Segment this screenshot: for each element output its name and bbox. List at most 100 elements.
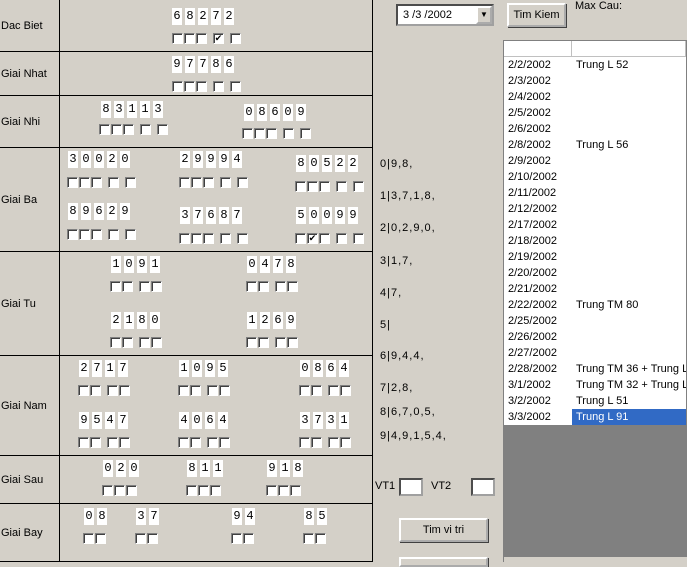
digit-checkbox[interactable] [99, 124, 110, 135]
digit-checkbox[interactable] [178, 385, 189, 396]
digit-checkbox[interactable] [283, 128, 294, 139]
list-row[interactable]: 2/22/2002 Trung TM 80 [504, 297, 686, 313]
digit-checkbox[interactable] [246, 337, 257, 348]
digit-checkbox[interactable] [179, 233, 190, 244]
digit-checkbox[interactable] [108, 229, 119, 240]
chevron-down-icon[interactable]: ▼ [476, 6, 492, 24]
digit-checkbox[interactable] [220, 233, 231, 244]
digit-checkbox[interactable] [111, 124, 122, 135]
digit-checkbox[interactable] [299, 385, 310, 396]
digit-checkbox[interactable] [299, 437, 310, 448]
digit-checkbox[interactable] [140, 124, 151, 135]
digit-checkbox[interactable] [290, 485, 301, 496]
list-row[interactable]: 3/3/2002 Trung L 91 [504, 409, 686, 425]
digit-checkbox[interactable] [295, 181, 306, 192]
find-position-button[interactable]: Tim vi tri [399, 518, 488, 542]
digit-checkbox[interactable] [207, 385, 218, 396]
list-row[interactable]: 2/9/2002 [504, 153, 686, 169]
vt2-input[interactable] [471, 478, 495, 496]
digit-checkbox[interactable] [125, 177, 136, 188]
digit-checkbox[interactable] [157, 124, 168, 135]
digit-checkbox[interactable] [67, 177, 78, 188]
list-row[interactable]: 3/1/2002 Trung TM 32 + Trung L [504, 377, 686, 393]
digit-checkbox[interactable] [78, 437, 89, 448]
list-row[interactable]: 2/2/2002 Trung L 52 [504, 57, 686, 73]
digit-checkbox[interactable] [266, 485, 277, 496]
digit-checkbox[interactable] [219, 385, 230, 396]
digit-checkbox[interactable] [230, 33, 241, 44]
digit-checkbox[interactable] [151, 337, 162, 348]
list-row[interactable]: 2/12/2002 [504, 201, 686, 217]
digit-checkbox[interactable] [184, 33, 195, 44]
digit-checkbox[interactable] [125, 229, 136, 240]
digit-checkbox[interactable] [186, 485, 197, 496]
digit-checkbox[interactable] [83, 533, 94, 544]
digit-checkbox[interactable] [237, 233, 248, 244]
list-row[interactable]: 2/3/2002 [504, 73, 686, 89]
digit-checkbox[interactable] [110, 337, 121, 348]
digit-checkbox[interactable]: ✔ [307, 233, 318, 244]
digit-checkbox[interactable] [151, 281, 162, 292]
bottom-button[interactable] [399, 557, 488, 567]
digit-checkbox[interactable] [203, 233, 214, 244]
horizontal-scrollbar[interactable] [504, 557, 687, 562]
digit-checkbox[interactable] [319, 181, 330, 192]
digit-checkbox[interactable] [78, 385, 89, 396]
digit-checkbox[interactable] [311, 437, 322, 448]
vt1-input[interactable] [399, 478, 423, 496]
list-row[interactable]: 2/5/2002 [504, 105, 686, 121]
digit-checkbox[interactable] [102, 485, 113, 496]
digit-checkbox[interactable] [95, 533, 106, 544]
date-combo[interactable]: 3 /3 /2002 ▼ [396, 4, 494, 26]
digit-checkbox[interactable] [275, 281, 286, 292]
digit-checkbox[interactable] [300, 128, 311, 139]
digit-checkbox[interactable] [178, 437, 189, 448]
digit-checkbox[interactable] [307, 181, 318, 192]
digit-checkbox[interactable] [184, 81, 195, 92]
digit-checkbox[interactable] [266, 128, 277, 139]
list-row[interactable]: 2/25/2002 [504, 313, 686, 329]
digit-checkbox[interactable] [230, 81, 241, 92]
digit-checkbox[interactable] [203, 177, 214, 188]
digit-checkbox[interactable] [126, 485, 137, 496]
digit-checkbox[interactable] [107, 385, 118, 396]
list-row[interactable]: 2/21/2002 [504, 281, 686, 297]
list-row[interactable]: 2/19/2002 [504, 249, 686, 265]
digit-checkbox[interactable] [287, 337, 298, 348]
digit-checkbox[interactable] [196, 33, 207, 44]
list-row[interactable]: 3/2/2002 Trung L 51 [504, 393, 686, 409]
digit-checkbox[interactable] [246, 281, 257, 292]
list-row[interactable]: 2/17/2002 [504, 217, 686, 233]
digit-checkbox[interactable] [213, 81, 224, 92]
digit-checkbox[interactable] [122, 281, 133, 292]
digit-checkbox[interactable] [67, 229, 78, 240]
digit-checkbox[interactable] [231, 533, 242, 544]
digit-checkbox[interactable] [336, 181, 347, 192]
digit-checkbox[interactable] [114, 485, 125, 496]
list-row[interactable]: 2/18/2002 [504, 233, 686, 249]
digit-checkbox[interactable] [328, 385, 339, 396]
digit-checkbox[interactable] [219, 437, 230, 448]
digit-checkbox[interactable] [91, 229, 102, 240]
digit-checkbox[interactable] [311, 385, 322, 396]
digit-checkbox[interactable] [207, 437, 218, 448]
digit-checkbox[interactable] [258, 337, 269, 348]
digit-checkbox[interactable] [198, 485, 209, 496]
digit-checkbox[interactable] [319, 233, 330, 244]
digit-checkbox[interactable] [191, 233, 202, 244]
digit-checkbox[interactable] [139, 281, 150, 292]
digit-checkbox[interactable] [122, 337, 133, 348]
list-row[interactable]: 2/8/2002 Trung L 56 [504, 137, 686, 153]
digit-checkbox[interactable] [340, 385, 351, 396]
digit-checkbox[interactable] [353, 181, 364, 192]
list-row[interactable]: 2/20/2002 [504, 265, 686, 281]
digit-checkbox[interactable] [210, 485, 221, 496]
digit-checkbox[interactable] [119, 437, 130, 448]
digit-checkbox[interactable] [303, 533, 314, 544]
digit-checkbox[interactable] [315, 533, 326, 544]
list-row[interactable]: 2/26/2002 [504, 329, 686, 345]
digit-checkbox[interactable] [196, 81, 207, 92]
digit-checkbox[interactable] [90, 385, 101, 396]
digit-checkbox[interactable] [287, 281, 298, 292]
digit-checkbox[interactable] [107, 437, 118, 448]
